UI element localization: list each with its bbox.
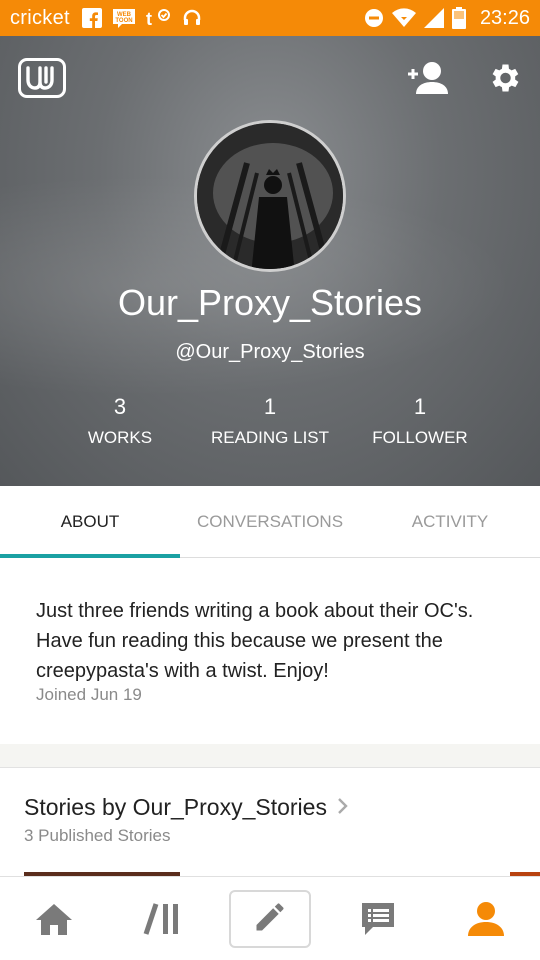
section-divider bbox=[0, 744, 540, 768]
library-icon[interactable] bbox=[138, 895, 186, 943]
wattpad-logo-icon[interactable] bbox=[18, 58, 66, 98]
webtoon-icon: WEB TOON bbox=[112, 7, 136, 29]
profile-tabs: ABOUT CONVERSATIONS ACTIVITY bbox=[0, 486, 540, 559]
battery-icon bbox=[451, 7, 466, 29]
status-left-icons: WEB TOON t bbox=[81, 7, 202, 29]
status-right-icons: 23:26 bbox=[364, 7, 530, 30]
joined-date: Joined Jun 19 bbox=[36, 685, 142, 704]
home-icon[interactable] bbox=[30, 895, 78, 943]
pencil-icon bbox=[252, 899, 288, 940]
carrier-name: cricket bbox=[10, 6, 70, 29]
follower-stat[interactable]: 1 FOLLOWER bbox=[330, 394, 510, 448]
follower-label: FOLLOWER bbox=[372, 428, 468, 447]
add-user-icon[interactable] bbox=[406, 60, 452, 101]
avatar[interactable] bbox=[194, 120, 346, 272]
bottom-navigation bbox=[0, 876, 540, 960]
svg-text:TOON: TOON bbox=[115, 18, 132, 24]
clock: 23:26 bbox=[479, 6, 530, 29]
stories-header[interactable]: Stories by Our_Proxy_Stories bbox=[24, 794, 349, 821]
tumblr-check-icon: t bbox=[146, 8, 172, 28]
messages-icon[interactable] bbox=[354, 895, 402, 943]
profile-handle: @Our_Proxy_Stories bbox=[175, 341, 365, 363]
wifi-icon bbox=[391, 8, 416, 28]
do-not-disturb-icon bbox=[364, 8, 384, 28]
profile-username: Our_Proxy_Stories bbox=[117, 282, 423, 323]
profile-icon[interactable] bbox=[462, 895, 510, 943]
chevron-right-icon bbox=[337, 795, 349, 821]
tab-conversations[interactable]: CONVERSATIONS bbox=[180, 486, 360, 558]
signal-icon bbox=[423, 8, 444, 28]
stories-title: Stories by Our_Proxy_Stories bbox=[24, 794, 327, 820]
write-button[interactable] bbox=[229, 890, 311, 948]
svg-text:t: t bbox=[146, 9, 152, 28]
stories-section: Stories by Our_Proxy_Stories 3 Published… bbox=[0, 768, 540, 876]
headset-icon bbox=[182, 8, 202, 28]
status-bar: cricket WEB TOON t 23:26 bbox=[0, 0, 540, 36]
tab-activity[interactable]: ACTIVITY bbox=[360, 486, 540, 558]
profile-header: Our_Proxy_Stories @Our_Proxy_Stories 3 W… bbox=[0, 36, 540, 486]
tab-about[interactable]: ABOUT bbox=[0, 486, 180, 559]
gear-icon[interactable] bbox=[486, 60, 522, 101]
stories-count: 3 Published Stories bbox=[24, 826, 171, 845]
about-description: Just three friends writing a book about … bbox=[36, 600, 474, 682]
about-section: Just three friends writing a book about … bbox=[0, 558, 540, 744]
follower-count: 1 bbox=[413, 394, 427, 419]
facebook-icon bbox=[81, 8, 102, 28]
